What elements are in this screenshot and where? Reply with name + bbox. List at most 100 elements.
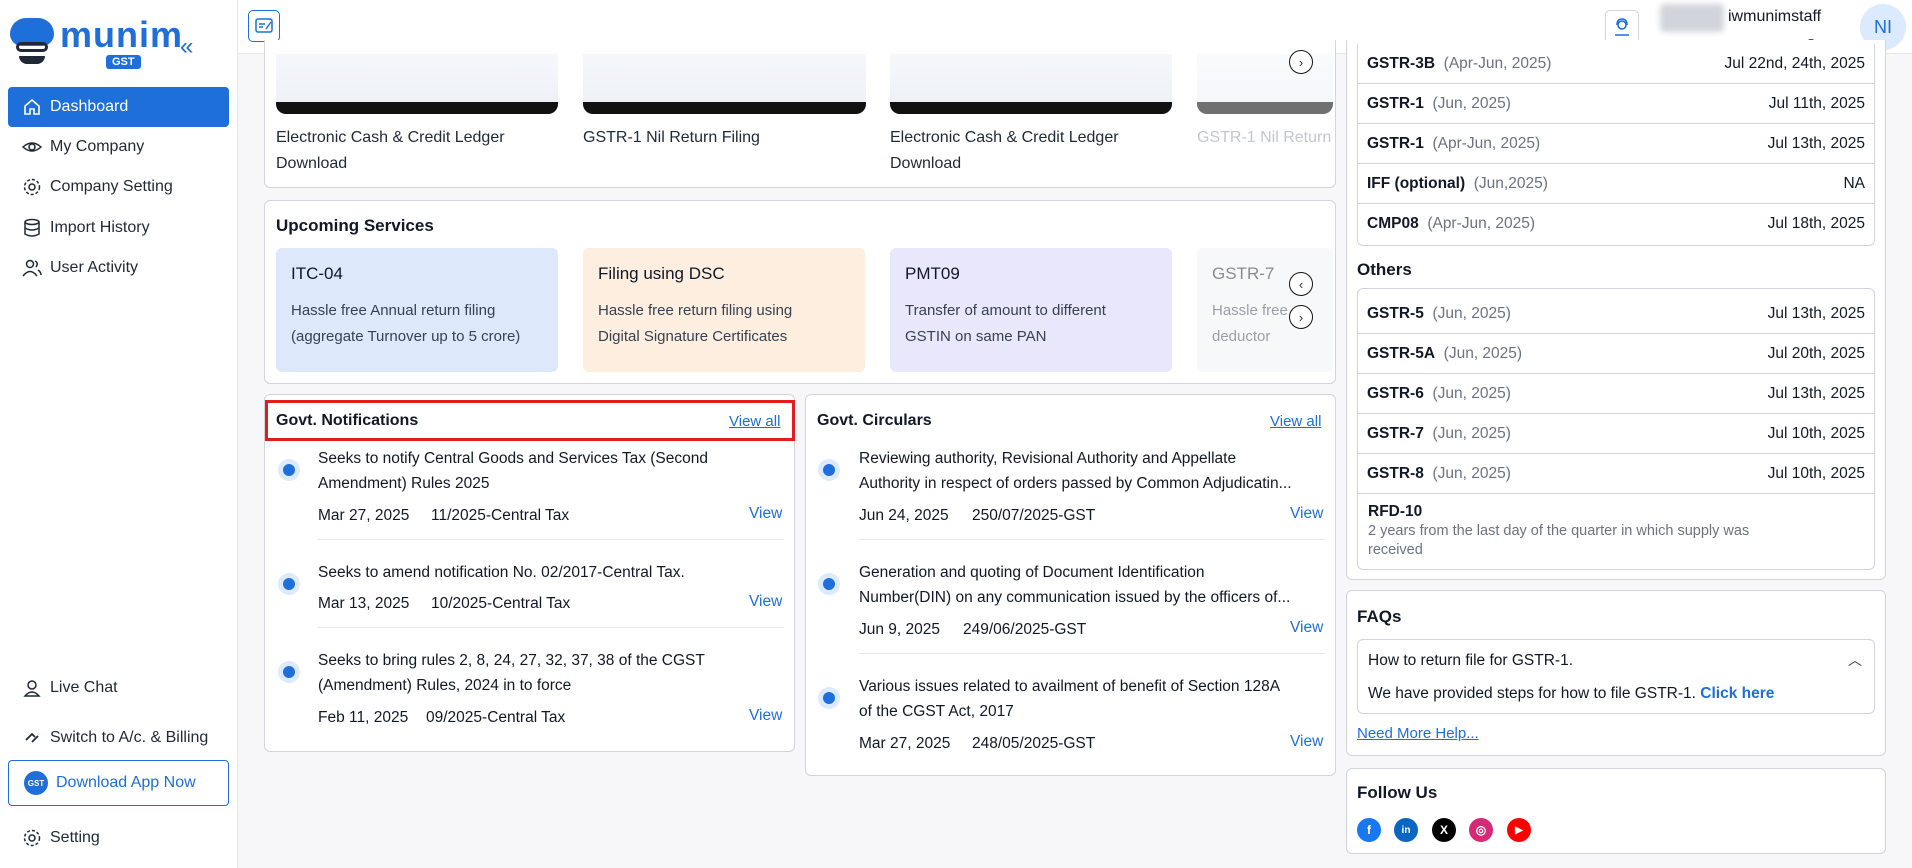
carousel-prev-icon[interactable]: ‹ bbox=[1289, 272, 1313, 296]
circular-text: Various issues related to availment of b… bbox=[859, 678, 1281, 720]
support-agent-icon bbox=[1615, 18, 1629, 36]
tutorial-title[interactable]: Electronic Cash & Credit Ledger Download bbox=[276, 125, 505, 177]
service-card-dsc[interactable]: Filing using DSC Hassle free return fili… bbox=[583, 248, 865, 372]
notifications-title: Govt. Notifications bbox=[276, 412, 419, 429]
divider bbox=[859, 653, 1325, 654]
service-card-pmt09[interactable]: PMT09 Transfer of amount to different GS… bbox=[890, 248, 1172, 372]
due-date-row: GSTR-1 (Apr-Jun, 2025) Jul 13th, 2025 bbox=[1357, 124, 1875, 164]
logo-badge: GST bbox=[106, 55, 141, 69]
gst-app-icon: GST bbox=[24, 771, 48, 795]
notification-view-link[interactable]: View bbox=[749, 707, 782, 725]
notification-date: Mar 13, 2025 bbox=[318, 595, 410, 612]
download-app-button[interactable]: GST Download App Now bbox=[8, 760, 229, 806]
switch-billing-label: Switch to A/c. & Billing bbox=[50, 729, 209, 746]
due-date-row: GSTR-7 (Jun, 2025) Jul 10th, 2025 bbox=[1357, 414, 1875, 454]
rfd-description: 2 years from the last day of the quarter… bbox=[1368, 523, 1750, 558]
bullet-dot-icon bbox=[818, 687, 840, 709]
notification-date: Mar 27, 2025 bbox=[318, 507, 410, 524]
setting-link[interactable]: Setting bbox=[8, 818, 229, 858]
service-card-itc04[interactable]: ITC-04 Hassle free Annual return filing … bbox=[276, 248, 558, 372]
sidebar-item-label: Company Setting bbox=[50, 178, 173, 195]
notes-button[interactable] bbox=[248, 10, 280, 42]
support-agent-icon bbox=[23, 680, 41, 697]
due-date-row: GSTR-8 (Jun, 2025) Jul 10th, 2025 bbox=[1357, 454, 1875, 494]
facebook-icon[interactable]: f bbox=[1357, 818, 1381, 842]
tutorial-thumbnail[interactable] bbox=[276, 54, 558, 114]
tutorial-title[interactable]: Electronic Cash & Credit Ledger Download bbox=[890, 125, 1119, 177]
support-button[interactable] bbox=[1605, 10, 1639, 44]
follow-us-title: Follow Us bbox=[1357, 783, 1438, 802]
upcoming-services-card: Upcoming Services ITC-04 Hassle free Ann… bbox=[264, 200, 1336, 384]
due-date-row: CMP08 (Apr-Jun, 2025) Jul 18th, 2025 bbox=[1367, 215, 1865, 232]
tutorials-card: › Electronic Cash & Credit Ledger Downloa… bbox=[264, 40, 1336, 188]
sidebar-item-label: User Activity bbox=[50, 259, 139, 276]
live-chat-label: Live Chat bbox=[50, 679, 118, 696]
setting-label: Setting bbox=[50, 829, 100, 846]
circular-view-link[interactable]: View bbox=[1290, 733, 1323, 751]
circular-ref: 249/06/2025-GST bbox=[963, 621, 1087, 638]
tutorial-thumbnail[interactable] bbox=[890, 54, 1172, 114]
users-icon bbox=[22, 259, 42, 277]
sidebar: munim GST « Dashboard My Company Company… bbox=[0, 0, 238, 868]
circulars-view-all-link[interactable]: View all bbox=[1270, 413, 1321, 430]
carousel-next-icon[interactable]: › bbox=[1289, 50, 1313, 74]
x-twitter-icon[interactable]: X bbox=[1432, 818, 1456, 842]
sidebar-item-dashboard[interactable]: Dashboard bbox=[8, 87, 229, 127]
circular-date: Jun 24, 2025 bbox=[859, 507, 949, 524]
circular-view-link[interactable]: View bbox=[1290, 505, 1323, 523]
circular-text: Generation and quoting of Document Ident… bbox=[859, 564, 1291, 606]
bullet-dot-icon bbox=[278, 661, 300, 683]
notification-view-link[interactable]: View bbox=[749, 593, 782, 611]
notification-ref: 10/2025-Central Tax bbox=[431, 595, 571, 612]
sidebar-item-import-history[interactable]: Import History bbox=[8, 208, 229, 248]
circular-view-link[interactable]: View bbox=[1290, 619, 1323, 637]
due-date-row: GSTR-5 (Jun, 2025) Jul 13th, 2025 bbox=[1357, 294, 1875, 334]
notification-ref: 11/2025-Central Tax bbox=[431, 507, 570, 524]
notification-view-link[interactable]: View bbox=[749, 505, 782, 523]
chevron-up-icon[interactable]: ︿ bbox=[1848, 650, 1862, 670]
linkedin-icon[interactable]: in bbox=[1394, 818, 1418, 842]
munim-gst-logo[interactable]: munim GST bbox=[10, 17, 183, 70]
service-card-gstr7[interactable]: GSTR-7 Hassle free deductor bbox=[1197, 248, 1333, 372]
bullet-dot-icon bbox=[818, 573, 840, 595]
sidebar-item-company-setting[interactable]: Company Setting bbox=[8, 167, 229, 207]
instagram-icon[interactable]: ◎ bbox=[1469, 818, 1493, 842]
govt-notifications-card: Govt. Notifications View all Seeks to no… bbox=[264, 394, 795, 752]
due-date-row: GSTR-6 (Jun, 2025) Jul 13th, 2025 bbox=[1357, 374, 1875, 414]
tutorial-title[interactable]: GSTR-1 Nil Return Filing bbox=[583, 125, 760, 151]
due-date-row: GSTR-5A (Jun, 2025) Jul 20th, 2025 bbox=[1357, 334, 1875, 374]
home-icon bbox=[24, 98, 40, 115]
blurred-company-name bbox=[1660, 4, 1724, 32]
munim-mascot-icon bbox=[10, 18, 54, 66]
due-date-row: GSTR-1 (Jun, 2025) Jul 11th, 2025 bbox=[1357, 84, 1875, 124]
need-more-help-link[interactable]: Need More Help... bbox=[1357, 725, 1479, 742]
edit-note-icon bbox=[255, 18, 273, 33]
collapse-sidebar-icon[interactable]: « bbox=[180, 33, 193, 61]
sidebar-item-my-company[interactable]: My Company bbox=[8, 127, 229, 167]
faq-item: How to return file for GSTR-1. ︿ We have… bbox=[1357, 639, 1875, 714]
govt-circulars-card: Govt. Circulars View all Reviewing autho… bbox=[805, 394, 1336, 776]
due-date-row: IFF (optional) (Jun,2025) NA bbox=[1357, 164, 1875, 204]
circular-date: Mar 27, 2025 bbox=[859, 735, 951, 752]
divider bbox=[318, 539, 784, 540]
sidebar-item-user-activity[interactable]: User Activity bbox=[8, 248, 229, 288]
sidebar-item-label: Dashboard bbox=[50, 98, 129, 115]
notification-date: Feb 11, 2025 bbox=[318, 709, 409, 726]
faq-question[interactable]: How to return file for GSTR-1. bbox=[1368, 652, 1573, 670]
notification-text: Seeks to bring rules 2, 8, 24, 27, 32, 3… bbox=[318, 652, 705, 694]
faq-answer: We have provided steps for how to file G… bbox=[1368, 685, 1775, 702]
divider bbox=[859, 539, 1325, 540]
circular-text: Reviewing authority, Revisional Authorit… bbox=[859, 450, 1292, 492]
tutorial-title[interactable]: GSTR-1 Nil Return bbox=[1197, 125, 1333, 151]
faq-click-here-link[interactable]: Click here bbox=[1700, 685, 1774, 702]
eye-icon bbox=[22, 142, 42, 152]
database-icon bbox=[24, 218, 40, 237]
notifications-view-all-link[interactable]: View all bbox=[729, 413, 780, 430]
carousel-next-icon[interactable]: › bbox=[1289, 305, 1313, 329]
youtube-icon[interactable]: ▶ bbox=[1507, 818, 1531, 842]
tutorial-thumbnail[interactable] bbox=[583, 54, 866, 114]
switch-billing-link[interactable]: Switch to A/c. & Billing bbox=[8, 718, 229, 758]
user-name[interactable]: iwmunimstaff bbox=[1728, 8, 1821, 26]
sidebar-item-label: My Company bbox=[50, 138, 145, 155]
live-chat-link[interactable]: Live Chat bbox=[8, 668, 229, 708]
